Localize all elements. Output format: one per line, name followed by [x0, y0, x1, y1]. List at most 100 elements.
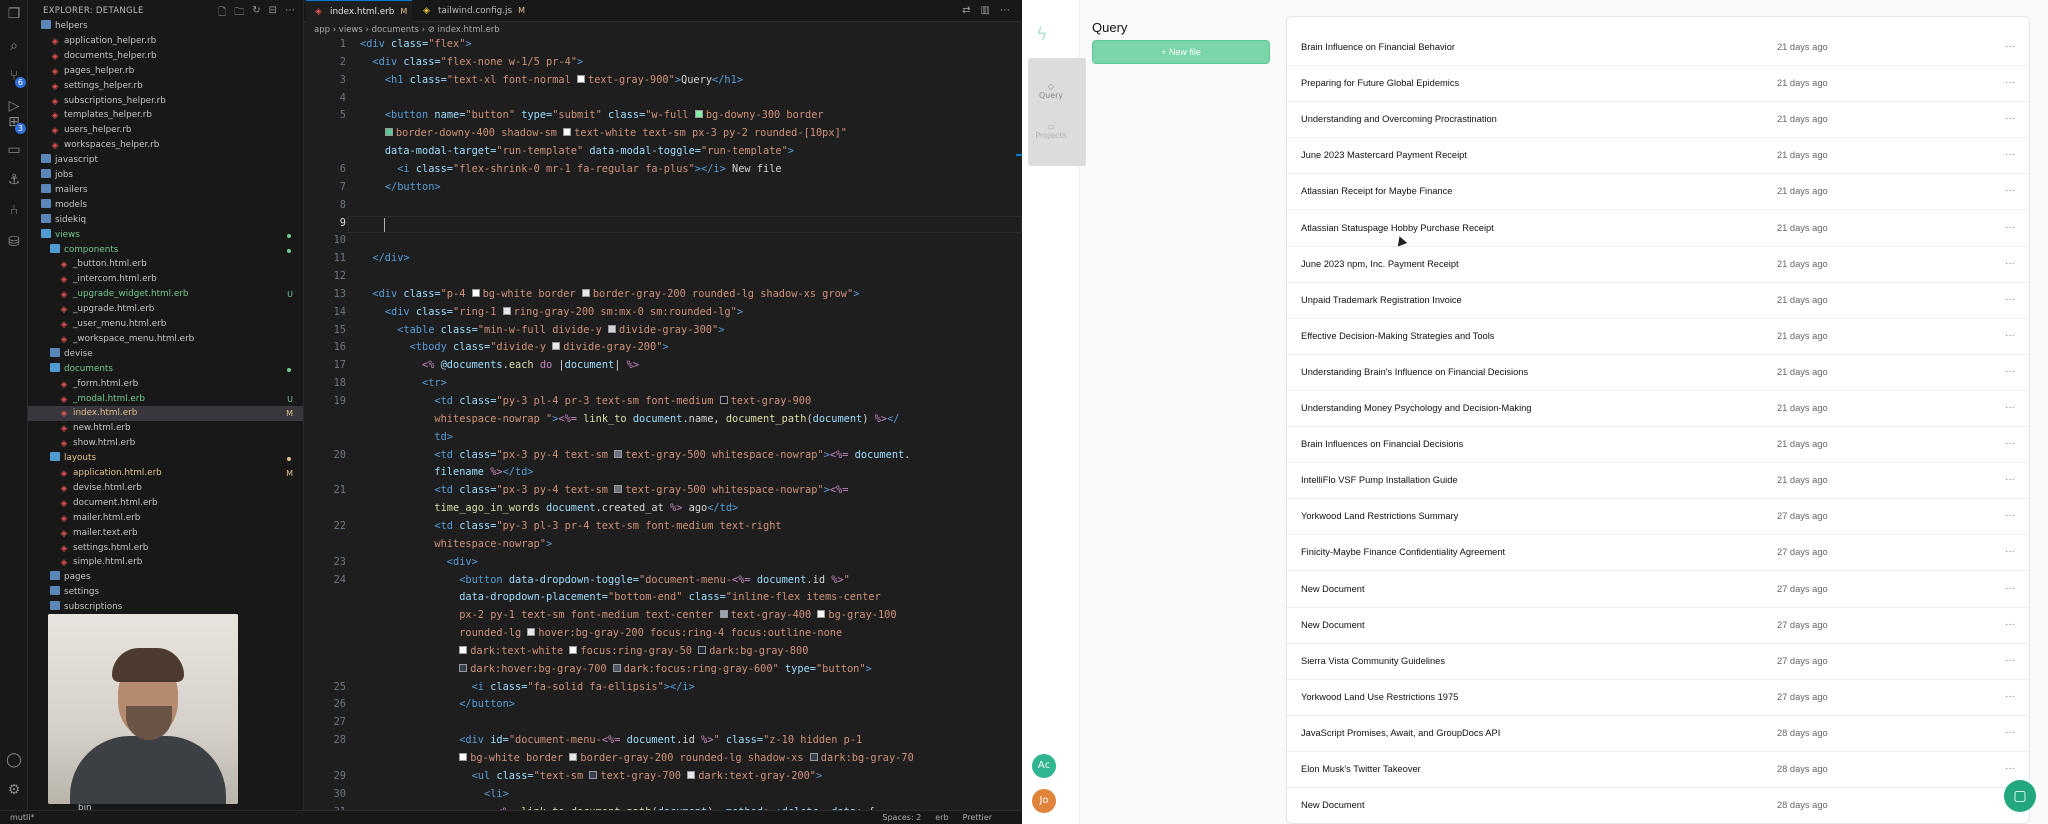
ellipsis-menu-icon[interactable]: ··· [2005, 77, 2015, 88]
color-swatch[interactable] [614, 449, 623, 458]
tree-item[interactable]: ◈ pages_helper.rb [28, 64, 303, 79]
color-swatch[interactable] [687, 770, 696, 779]
tree-item[interactable]: ◈ new.html.erb [28, 421, 303, 436]
tree-item[interactable]: ◈ index.html.erb M [28, 406, 303, 422]
tree-item[interactable]: ◈ _user_menu.html.erb [28, 317, 303, 332]
document-link[interactable]: June 2023 Mastercard Payment Receipt [1301, 150, 1467, 160]
code-editor[interactable]: 1 <div class="flex"> 2 <div class="flex-no… [304, 38, 1022, 810]
ellipsis-menu-icon[interactable]: ··· [2005, 727, 2015, 738]
tree-item[interactable]: ◈ workspaces_helper.rb [28, 138, 303, 153]
document-link[interactable]: Finicity-Maybe Finance Confidentiality A… [1301, 547, 1505, 557]
ellipsis-menu-icon[interactable]: ··· [2005, 619, 2015, 630]
ellipsis-menu-icon[interactable]: ··· [2005, 546, 2015, 557]
document-link[interactable]: JavaScript Promises, Await, and GroupDoc… [1301, 728, 1500, 738]
app-logo-icon[interactable]: ϟ [1036, 24, 1048, 45]
document-link[interactable]: New Document [1301, 800, 1365, 810]
ellipsis-menu-icon[interactable]: ··· [2005, 763, 2015, 774]
document-link[interactable]: Unpaid Trademark Registration Invoice [1301, 295, 1462, 305]
database-icon[interactable]: ⛁ [4, 232, 24, 252]
color-swatch[interactable] [698, 645, 707, 654]
extensions-icon[interactable]: ⊞ 3 [4, 112, 26, 134]
document-link[interactable]: Elon Musk's Twitter Takeover [1301, 764, 1421, 774]
split-editor-icon[interactable]: ▥ [981, 5, 990, 16]
document-link[interactable]: New Document [1301, 620, 1365, 630]
ellipsis-menu-icon[interactable]: ··· [2005, 583, 2015, 594]
color-swatch[interactable] [502, 306, 511, 315]
ellipsis-menu-icon[interactable]: ··· [2005, 41, 2015, 52]
search-icon[interactable]: ⌕ [4, 36, 24, 56]
tree-item[interactable]: helpers [28, 19, 303, 34]
ellipsis-menu-icon[interactable]: ··· [2005, 258, 2015, 269]
ellipsis-menu-icon[interactable]: ··· [2005, 438, 2015, 449]
ellipsis-menu-icon[interactable]: ··· [2005, 655, 2015, 666]
color-swatch[interactable] [569, 645, 578, 654]
document-link[interactable]: IntelliFlo VSF Pump Installation Guide [1301, 475, 1458, 485]
tree-item[interactable]: jobs [28, 168, 303, 183]
document-link[interactable]: Understanding and Overcoming Procrastina… [1301, 114, 1497, 124]
tab-tailwind-config[interactable]: ◈ tailwind.config.js M [414, 0, 540, 22]
tree-item[interactable]: ◈ users_helper.rb [28, 123, 303, 138]
tree-item[interactable]: ◈ _button.html.erb [28, 257, 303, 272]
status-language[interactable]: erb [935, 811, 948, 824]
tree-item[interactable]: ◈ devise.html.erb [28, 481, 303, 496]
color-swatch[interactable] [577, 74, 586, 83]
tree-item[interactable]: pages [28, 570, 303, 585]
docker-icon[interactable]: ⚓ [4, 170, 24, 190]
tree-item[interactable]: documents [28, 362, 303, 377]
tree-item[interactable]: ◈ subscriptions_helper.rb [28, 94, 303, 109]
user-avatar[interactable]: Jo [1032, 789, 1056, 813]
ellipsis-menu-icon[interactable]: ··· [2005, 185, 2015, 196]
color-swatch[interactable] [608, 324, 616, 333]
color-swatch[interactable] [384, 128, 393, 137]
tree-item[interactable]: ◈ document.html.erb [28, 496, 303, 511]
color-swatch[interactable] [614, 485, 623, 494]
color-swatch[interactable] [581, 288, 590, 297]
ellipsis-menu-icon[interactable]: ··· [2005, 330, 2015, 341]
tree-item[interactable]: ◈ application.html.erb M [28, 466, 303, 481]
sidebar-item-query[interactable]: ◇ Query [1028, 82, 1074, 100]
tree-item[interactable]: models [28, 198, 303, 213]
color-swatch[interactable] [459, 753, 468, 761]
ellipsis-menu-icon[interactable]: ··· [2005, 474, 2015, 485]
document-link[interactable]: Effective Decision-Making Strategies and… [1301, 331, 1494, 341]
color-swatch[interactable] [719, 396, 728, 404]
tree-item[interactable]: ◈ settings_helper.rb [28, 79, 303, 94]
ellipsis-menu-icon[interactable]: ··· [2005, 691, 2015, 702]
document-link[interactable]: Understanding Brain's Influence on Finan… [1301, 367, 1528, 377]
color-swatch[interactable] [563, 128, 572, 137]
document-link[interactable]: Atlassian Receipt for Maybe Finance [1301, 186, 1452, 196]
tree-item[interactable]: ◈ templates_helper.rb [28, 108, 303, 123]
color-swatch[interactable] [612, 663, 621, 672]
settings-gear-icon[interactable]: ⚙ [4, 780, 24, 800]
ellipsis-menu-icon[interactable]: ··· [2005, 366, 2015, 377]
color-swatch[interactable] [569, 753, 578, 761]
ellipsis-menu-icon[interactable]: ··· [2005, 113, 2015, 124]
tree-item[interactable]: ◈ application_helper.rb [28, 34, 303, 49]
tree-item[interactable]: mailers [28, 183, 303, 198]
color-swatch[interactable] [694, 110, 703, 119]
document-link[interactable]: New Document [1301, 584, 1365, 594]
tree-item[interactable]: subscriptions [28, 600, 303, 615]
open-changes-icon[interactable]: ⇄ [962, 5, 970, 16]
breadcrumb[interactable]: app › views › documents › ⊘ index.html.e… [304, 22, 1022, 38]
color-swatch[interactable] [527, 628, 536, 637]
remote-icon[interactable]: ▭ [4, 140, 24, 160]
color-swatch[interactable] [459, 645, 468, 654]
status-prettier[interactable]: Prettier [963, 811, 992, 824]
git-branch[interactable]: mutli* [10, 811, 34, 824]
account-icon[interactable]: ◯ [4, 750, 24, 770]
color-swatch[interactable] [817, 610, 826, 619]
ellipsis-menu-icon[interactable]: ··· [2005, 294, 2015, 305]
tree-item[interactable]: devise [28, 347, 303, 362]
files-icon[interactable]: ❐ [4, 4, 24, 24]
tree-item[interactable]: sidekiq [28, 213, 303, 228]
tree-item[interactable]: settings [28, 585, 303, 600]
tree-item[interactable]: components [28, 243, 303, 258]
tree-item[interactable]: ◈ documents_helper.rb [28, 49, 303, 64]
source-control-icon[interactable]: ⑂ 6 [4, 66, 26, 88]
ellipsis-menu-icon[interactable]: ··· [2005, 510, 2015, 521]
tree-item[interactable]: views [28, 228, 303, 243]
color-swatch[interactable] [809, 753, 818, 761]
document-link[interactable]: Understanding Money Psychology and Decis… [1301, 403, 1531, 413]
sidebar-item-projects[interactable]: ▭ Projects [1028, 122, 1074, 140]
